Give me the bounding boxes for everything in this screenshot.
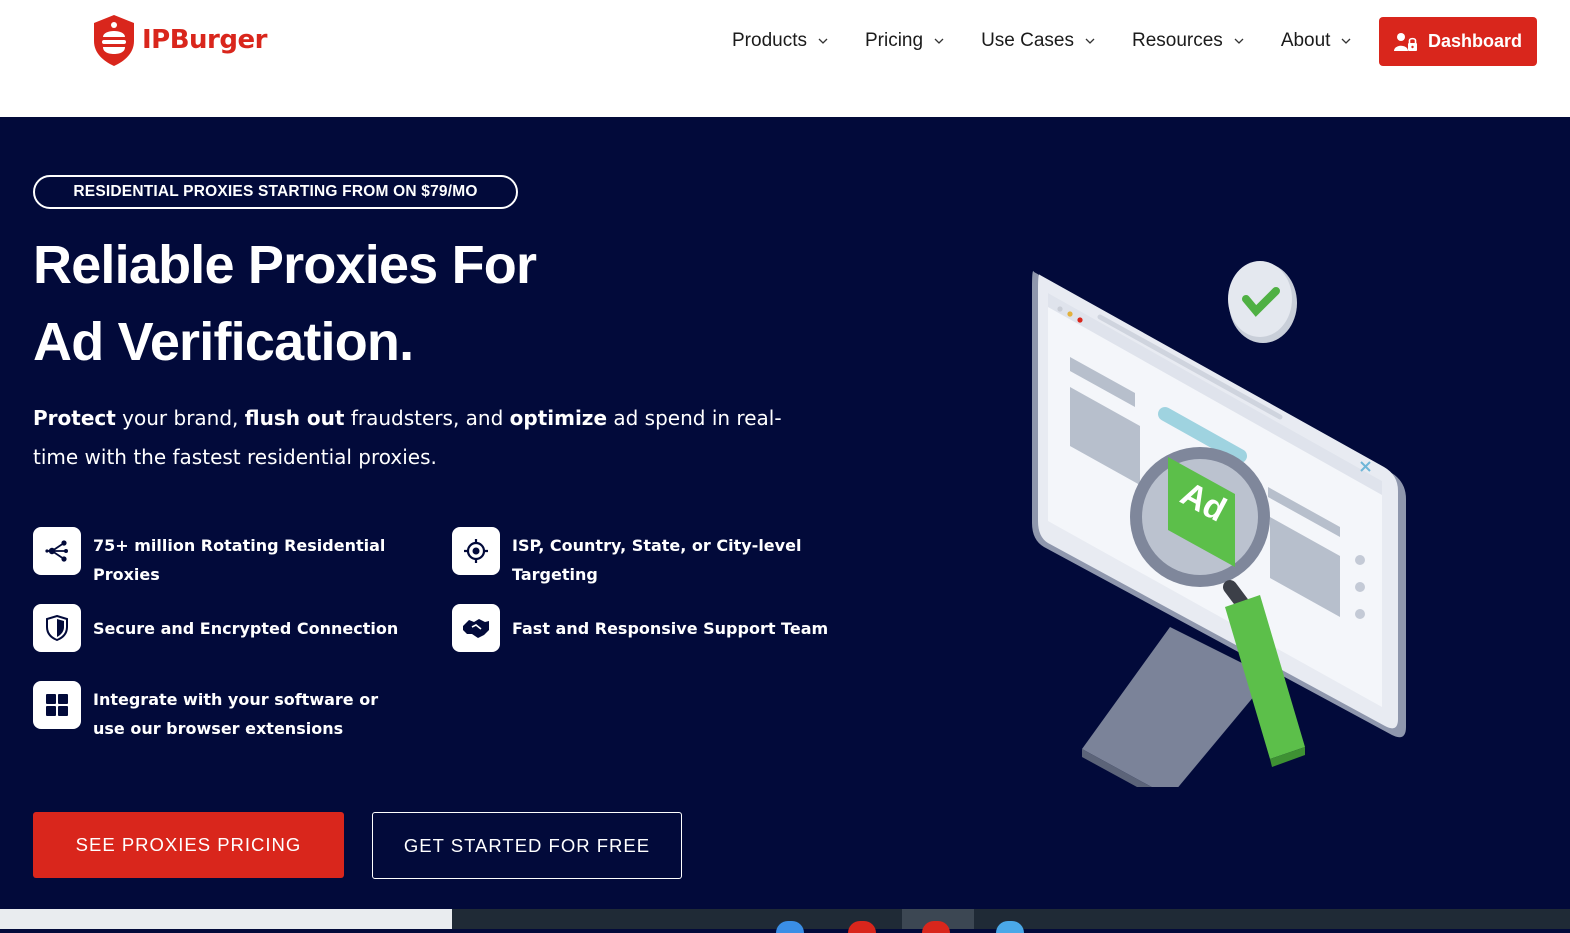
- feature-rotating-proxies: 75+ million Rotating Residential Proxies: [33, 527, 393, 589]
- subtitle-emph-flush: flush out: [244, 406, 345, 430]
- network-share-icon: [45, 540, 68, 562]
- grid-apps-icon: [46, 694, 68, 716]
- ad-verification-illustration: Ad: [1032, 261, 1406, 787]
- feature-icon-box: [452, 527, 500, 575]
- nav-item-products[interactable]: Products: [732, 30, 829, 52]
- subtitle-text: your brand,: [115, 406, 245, 430]
- feature-targeting: ISP, Country, State, or City-level Targe…: [452, 527, 812, 589]
- feature-icon-box: [452, 604, 500, 652]
- subtitle-emph-protect: Protect: [33, 406, 116, 430]
- taskbar-app-icon[interactable]: [996, 921, 1024, 933]
- chevron-down-icon: [1234, 38, 1244, 44]
- nav-label: Pricing: [864, 30, 924, 51]
- chevron-down-icon: [1085, 38, 1095, 44]
- os-taskbar: [0, 909, 1570, 933]
- ipburger-logo[interactable]: IPBurger: [92, 13, 267, 67]
- chevron-down-icon: [818, 38, 828, 44]
- crosshair-target-icon: [464, 539, 488, 563]
- hero-subtitle: Protect your brand, flush out fraudsters…: [33, 399, 793, 477]
- nav-item-pricing[interactable]: Pricing: [865, 30, 945, 52]
- nav-label: Use Cases: [981, 30, 1074, 51]
- handshake-icon: [463, 619, 489, 638]
- nav-label: Products: [732, 30, 807, 51]
- main-nav: Products Pricing Use Cases Resources Abo…: [732, 25, 1352, 57]
- feature-icon-box: [33, 527, 81, 575]
- feature-support-team: Fast and Responsive Support Team: [452, 604, 828, 652]
- subtitle-emph-optimize: optimize: [509, 406, 608, 430]
- nav-item-about[interactable]: About: [1281, 30, 1353, 52]
- dashboard-label: Dashboard: [1427, 31, 1523, 51]
- taskbar-left-pane: [0, 909, 452, 929]
- hero-title-line2: Ad Verification.: [33, 312, 414, 372]
- subtitle-text: fraudsters, and: [344, 406, 510, 430]
- nav-item-use-cases[interactable]: Use Cases: [981, 30, 1096, 52]
- pricing-badge: RESIDENTIAL PROXIES STARTING FROM ON $79…: [33, 175, 518, 209]
- hero-section: RESIDENTIAL PROXIES STARTING FROM ON $79…: [0, 117, 1570, 909]
- nav-item-resources[interactable]: Resources: [1132, 30, 1245, 52]
- hero-title-line1: Reliable Proxies For: [33, 235, 537, 295]
- feature-icon-box: [33, 681, 81, 729]
- feature-text: Integrate with your software or use our …: [93, 690, 379, 738]
- taskbar-app-icon[interactable]: [776, 921, 804, 933]
- feature-text: ISP, Country, State, or City-level Targe…: [512, 536, 802, 584]
- site-header: IPBurger Products Pricing Use Cases Reso…: [0, 0, 1570, 117]
- feature-secure-connection: Secure and Encrypted Connection: [33, 604, 398, 652]
- shield-icon: [46, 615, 68, 641]
- logo-wordmark: IPBurger: [142, 25, 267, 55]
- feature-integrations: Integrate with your software or use our …: [33, 681, 403, 743]
- see-proxies-pricing-button[interactable]: SEE PROXIES PRICING: [33, 812, 344, 878]
- hero-title: Reliable Proxies For Ad Verification.: [33, 227, 537, 381]
- nav-label: About: [1280, 30, 1331, 51]
- feature-text: Fast and Responsive Support Team: [512, 619, 829, 638]
- chevron-down-icon: [934, 38, 944, 44]
- feature-text: 75+ million Rotating Residential Proxies: [93, 536, 386, 584]
- users-lock-icon: [1393, 32, 1417, 51]
- burger-shield-logo-icon: [94, 15, 134, 66]
- feature-text: Secure and Encrypted Connection: [93, 619, 399, 638]
- taskbar-app-icon[interactable]: [848, 921, 876, 933]
- dashboard-button[interactable]: Dashboard: [1379, 17, 1537, 66]
- get-started-free-button[interactable]: GET STARTED FOR FREE: [372, 812, 682, 879]
- chevron-down-icon: [1342, 38, 1351, 44]
- feature-icon-box: [33, 604, 81, 652]
- nav-label: Resources: [1131, 30, 1223, 51]
